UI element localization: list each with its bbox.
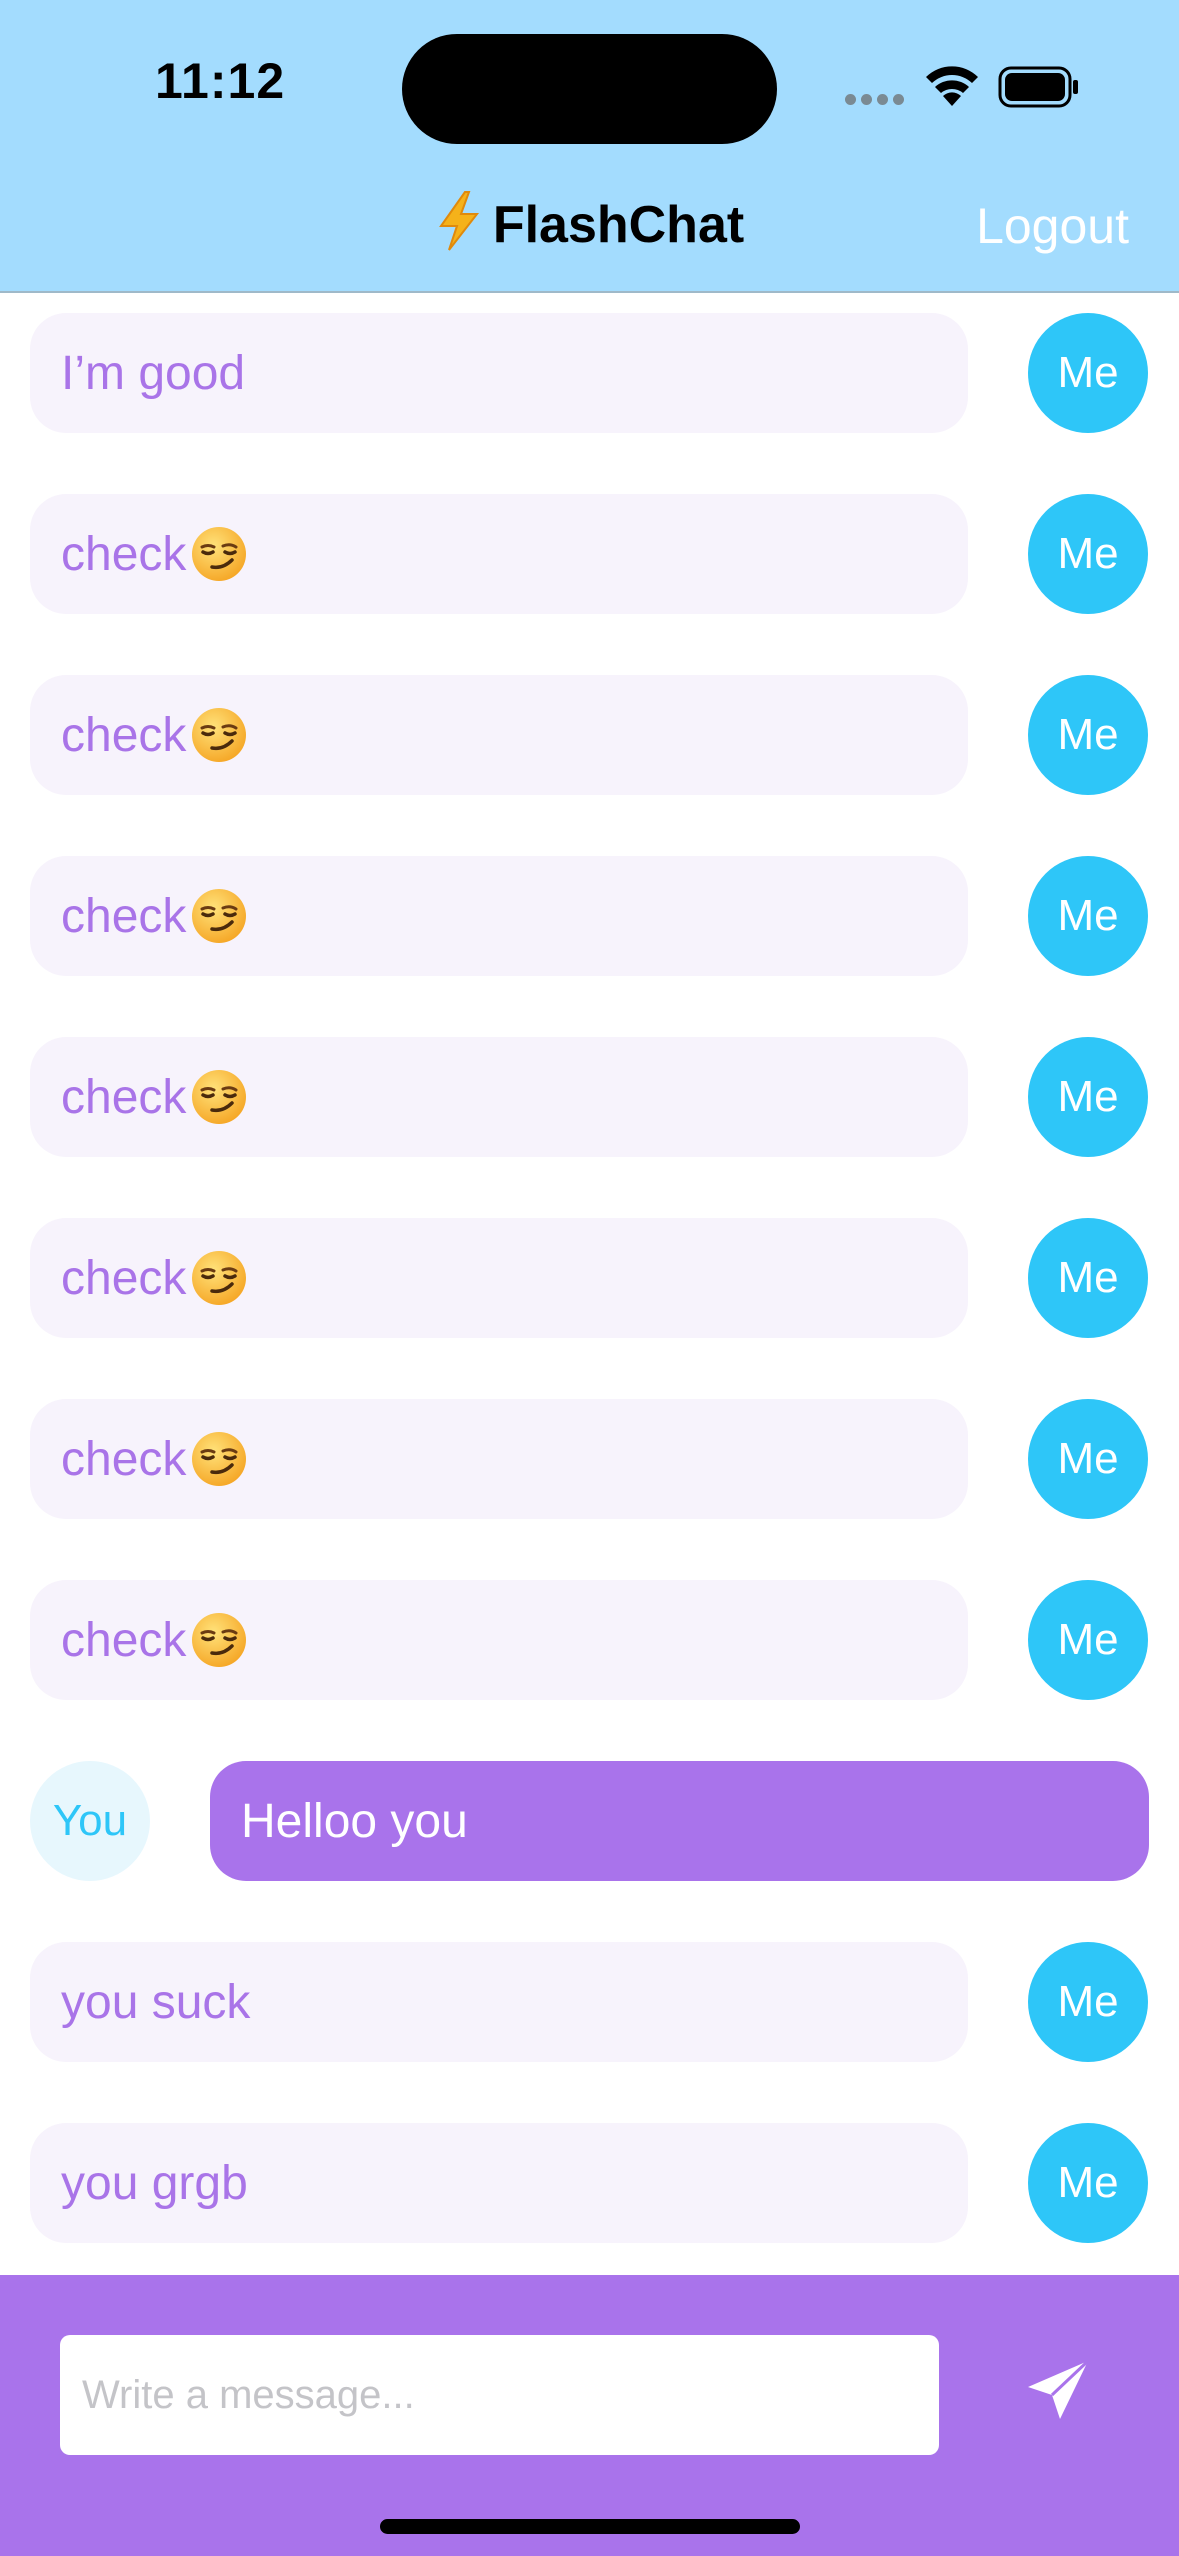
smirking-face-emoji-icon: [192, 1432, 247, 1486]
message-list[interactable]: I’m good Me check Me check Me check Me check Me ch…: [0, 293, 1179, 2275]
sent-message-row: check Me: [0, 1580, 1179, 1700]
sent-message-row: you suck Me: [0, 1942, 1179, 2062]
dynamic-island: [402, 34, 777, 144]
avatar: You: [30, 1761, 150, 1881]
avatar: Me: [1028, 1942, 1148, 2062]
sent-message-row: check Me: [0, 1037, 1179, 1157]
message-text: check: [61, 708, 187, 762]
avatar: Me: [1028, 1580, 1148, 1700]
sent-message-row: check Me: [0, 1218, 1179, 1338]
avatar: Me: [1028, 2123, 1148, 2243]
sent-message-row: check Me: [0, 675, 1179, 795]
status-bar-time: 11:12: [155, 53, 286, 109]
message-bubble[interactable]: you grgb: [30, 2123, 968, 2243]
message-text: check: [61, 1613, 187, 1667]
message-bubble[interactable]: check: [30, 494, 968, 614]
message-text: Helloo you: [241, 1794, 468, 1848]
message-bubble[interactable]: check: [30, 675, 968, 795]
message-composer: [0, 2275, 1179, 2556]
avatar: Me: [1028, 856, 1148, 976]
wifi-icon: [926, 66, 978, 106]
home-indicator: [380, 2519, 800, 2534]
smirking-face-emoji-icon: [192, 1251, 247, 1305]
sent-message-row: I’m good Me: [0, 313, 1179, 433]
message-text: check: [61, 889, 187, 943]
message-text: check: [61, 527, 187, 581]
message-bubble[interactable]: check: [30, 1218, 968, 1338]
message-text: check: [61, 1432, 187, 1486]
smirking-face-emoji-icon: [192, 708, 247, 762]
avatar: Me: [1028, 1218, 1148, 1338]
logout-button[interactable]: Logout: [976, 197, 1129, 255]
lightning-bolt-icon: [438, 191, 479, 251]
sent-message-row: check Me: [0, 494, 1179, 614]
smirking-face-emoji-icon: [192, 889, 247, 943]
received-message-row: Helloo you You: [0, 1761, 1179, 1881]
paper-plane-icon[interactable]: [1024, 2357, 1092, 2425]
avatar: Me: [1028, 494, 1148, 614]
avatar: Me: [1028, 1037, 1148, 1157]
battery-icon: [998, 66, 1078, 108]
message-text: I’m good: [61, 346, 246, 400]
sent-message-row: check Me: [0, 856, 1179, 976]
cellular-signal-icon: [845, 94, 905, 106]
navigation-header: 11:12 FlashChat Logout: [0, 0, 1179, 293]
avatar: Me: [1028, 313, 1148, 433]
message-bubble[interactable]: you suck: [30, 1942, 968, 2062]
message-text: you suck: [61, 1975, 251, 2029]
message-bubble[interactable]: Helloo you: [210, 1761, 1149, 1881]
sent-message-row: you grgb Me: [0, 2123, 1179, 2243]
avatar: Me: [1028, 675, 1148, 795]
message-bubble[interactable]: I’m good: [30, 313, 968, 433]
smirking-face-emoji-icon: [192, 1070, 247, 1124]
avatar: Me: [1028, 1399, 1148, 1519]
message-text: check: [61, 1070, 187, 1124]
smirking-face-emoji-icon: [192, 527, 247, 581]
message-bubble[interactable]: check: [30, 856, 968, 976]
message-bubble[interactable]: check: [30, 1037, 968, 1157]
sent-message-row: check Me: [0, 1399, 1179, 1519]
message-bubble[interactable]: check: [30, 1399, 968, 1519]
app-title: FlashChat: [492, 196, 745, 254]
message-text: check: [61, 1251, 187, 1305]
smirking-face-emoji-icon: [192, 1613, 247, 1667]
message-bubble[interactable]: check: [30, 1580, 968, 1700]
message-text: you grgb: [61, 2156, 248, 2210]
message-input[interactable]: [60, 2335, 939, 2455]
